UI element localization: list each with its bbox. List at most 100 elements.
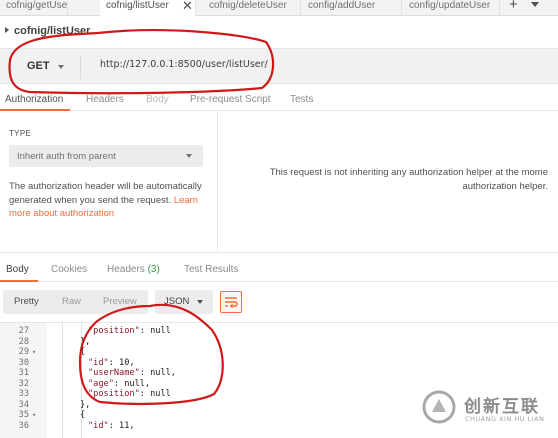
tab-response-test-results[interactable]: Test Results	[184, 264, 238, 275]
tab-authorization[interactable]: Authorization	[5, 94, 63, 105]
url-input[interactable]: http://127.0.0.1:8500/user/listUser/	[100, 59, 268, 70]
auth-inherit-message: This request is not inheriting any autho…	[230, 166, 548, 194]
line-number: 29	[18, 347, 29, 357]
auth-type-value: Inherit auth from parent	[17, 151, 116, 162]
tab-label: cofnig/listUser	[106, 0, 169, 11]
code-text: },	[80, 400, 90, 411]
code-text: "id": 10,	[88, 358, 135, 369]
fold-toggle-icon[interactable]: ▾	[32, 410, 36, 421]
tab-response-headers[interactable]: Headers (3)	[107, 264, 160, 275]
code-text: "position": null	[88, 326, 171, 337]
wrap-lines-button[interactable]	[220, 291, 242, 313]
auth-type-label: TYPE	[9, 129, 32, 138]
chevron-down-icon	[186, 154, 192, 158]
tab-overflow-chevron-icon[interactable]	[531, 2, 539, 7]
tab-config-adduser[interactable]: config/addUser	[302, 0, 402, 16]
json-key: "position"	[88, 326, 140, 336]
response-divider	[0, 252, 558, 253]
json-key: "id"	[88, 420, 109, 431]
code-line: 27 "position": null	[0, 326, 558, 337]
request-title[interactable]: cofnig/listUser	[5, 25, 90, 37]
tab-response-body[interactable]: Body	[6, 264, 29, 275]
line-number: 33	[18, 389, 29, 399]
request-title-text: cofnig/listUser	[14, 25, 91, 37]
caret-right-icon	[5, 27, 9, 33]
line-number: 28	[18, 336, 29, 347]
tab-headers[interactable]: Headers	[86, 94, 124, 105]
json-key: "id"	[88, 357, 109, 368]
header-count-badge: (3)	[147, 264, 160, 275]
json-value: : null	[139, 326, 171, 336]
tab-cofnig-getuser[interactable]: cofnig/getUser	[0, 0, 68, 16]
line-number: 32	[18, 378, 29, 389]
tab-label: cofnig/deleteUser	[209, 0, 287, 11]
method-select[interactable]: GET	[17, 55, 81, 79]
tab-body[interactable]: Body	[146, 94, 169, 105]
code-text: {	[80, 347, 85, 358]
json-key: "position"	[88, 389, 140, 399]
language-label: JSON	[164, 296, 190, 307]
wrap-lines-icon	[225, 297, 238, 309]
line-number: 35	[18, 410, 29, 420]
auth-message-line: This request is not inheriting any autho…	[269, 167, 548, 178]
code-text: "age": null,	[88, 379, 150, 390]
code-text: "userName": null,	[88, 368, 176, 379]
brand-logo-icon	[422, 390, 456, 424]
code-text: {	[80, 410, 85, 421]
json-key: "age"	[88, 378, 114, 389]
tab-label: config/addUser	[308, 0, 376, 11]
json-value: },	[80, 399, 91, 410]
auth-message-line: authorization helper.	[462, 181, 548, 192]
code-line: 29 ▾ {	[0, 347, 558, 358]
auth-type-select[interactable]: Inherit auth from parent	[9, 145, 203, 167]
tab-cofnig-listuser[interactable]: cofnig/listUser ✕	[100, 0, 196, 17]
watermark-title: 创新互联	[464, 397, 540, 417]
json-key: "userName"	[88, 368, 140, 378]
watermark-subtitle: CHUANG XIN HU LIAN	[465, 415, 545, 423]
method-label: GET	[27, 60, 50, 72]
active-tab-indicator	[0, 280, 38, 282]
request-tab-strip: cofnig/getUser cofnig/listUser ✕ cofnig/…	[0, 0, 558, 17]
chevron-down-icon	[58, 65, 64, 69]
raw-button[interactable]: Raw	[62, 296, 81, 307]
code-line: 31 "userName": null,	[0, 368, 558, 379]
json-value: {	[80, 347, 86, 357]
tab-response-cookies[interactable]: Cookies	[51, 264, 87, 275]
tab-config-updateuser[interactable]: config/updateUser	[403, 0, 500, 16]
json-value: : null,	[113, 378, 151, 389]
line-number: 36	[18, 420, 29, 431]
line-number: 31	[18, 368, 29, 378]
code-text: "position": null	[88, 389, 171, 400]
close-icon[interactable]: ✕	[182, 0, 193, 12]
watermark: 创新互联 CHUANG XIN HU LIAN	[420, 388, 555, 432]
code-line: 28},	[0, 337, 558, 348]
json-value: },	[80, 336, 91, 347]
tab-tests[interactable]: Tests	[290, 94, 313, 105]
json-value: : 11,	[108, 420, 135, 431]
tab-pre-request-script[interactable]: Pre-request Script	[190, 94, 271, 105]
line-number: 30	[18, 357, 29, 368]
auth-settings-panel: TYPE Inherit auth from parent The author…	[0, 112, 218, 250]
json-value: : null,	[139, 368, 176, 378]
fold-toggle-icon[interactable]: ▾	[32, 347, 36, 358]
new-tab-button[interactable]: +	[509, 0, 518, 12]
code-text: "id": 11,	[88, 421, 135, 432]
response-format-toolbar: Pretty Raw Preview JSON	[0, 290, 558, 314]
request-section-tabs: Authorization Headers Body Pre-request S…	[0, 89, 558, 111]
code-line: 30 "id": 10,	[0, 358, 558, 369]
language-select[interactable]: JSON	[155, 290, 213, 314]
json-value: : null	[139, 389, 171, 399]
tab-label: cofnig/getUser	[6, 0, 68, 11]
chevron-down-icon	[197, 300, 203, 304]
url-bar: GET http://127.0.0.1:8500/user/listUser/	[0, 48, 558, 84]
active-tab-indicator	[0, 109, 70, 111]
pretty-button[interactable]: Pretty	[14, 296, 39, 307]
view-mode-group: Pretty Raw Preview	[3, 290, 148, 314]
json-value: : 10,	[108, 357, 135, 368]
tab-label: config/updateUser	[409, 0, 491, 11]
auth-description: The authorization header will be automat…	[9, 180, 209, 221]
line-number: 34	[18, 399, 29, 410]
json-value: {	[80, 410, 86, 420]
preview-button[interactable]: Preview	[103, 296, 137, 307]
tab-cofnig-deleteuser[interactable]: cofnig/deleteUser	[203, 0, 301, 16]
